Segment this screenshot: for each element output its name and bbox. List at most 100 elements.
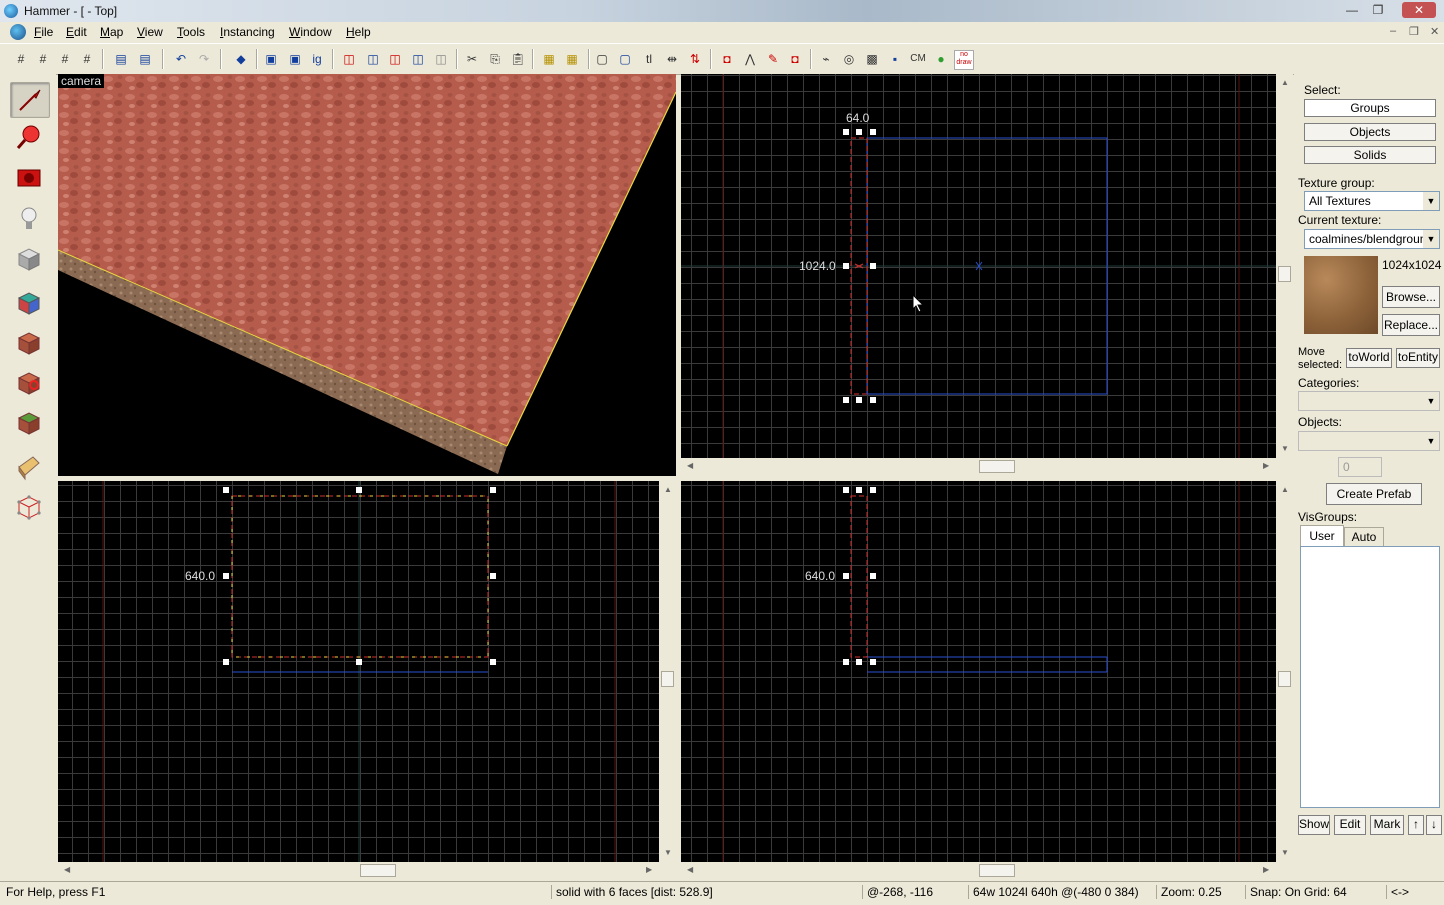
show-all-icon[interactable]: ◫ bbox=[432, 50, 450, 68]
menu-map[interactable]: Map bbox=[100, 25, 123, 39]
select-icon[interactable]: ▢ bbox=[593, 50, 611, 68]
resize-handle[interactable] bbox=[490, 659, 496, 665]
scroll-thumb[interactable] bbox=[1278, 671, 1291, 687]
resize-handle[interactable] bbox=[856, 129, 862, 135]
move-up-icon[interactable]: ↑ bbox=[1408, 815, 1424, 835]
resize-handle[interactable] bbox=[870, 263, 876, 269]
document-icon[interactable] bbox=[10, 24, 26, 40]
front-viewport[interactable]: 640.0 bbox=[58, 481, 659, 862]
objects-select[interactable]: ▼ bbox=[1298, 431, 1440, 451]
scroll-left-icon[interactable]: ◀ bbox=[687, 865, 693, 874]
sphere-icon[interactable]: ◎ bbox=[840, 50, 858, 68]
run-map-icon[interactable]: ◆ bbox=[232, 50, 250, 68]
resize-handle[interactable] bbox=[223, 573, 229, 579]
select-by-handle-icon[interactable]: ▢ bbox=[616, 50, 634, 68]
move-down-icon[interactable]: ↓ bbox=[1426, 815, 1442, 835]
objects-button[interactable]: Objects bbox=[1304, 123, 1436, 141]
scroll-right-icon[interactable]: ▶ bbox=[1263, 865, 1269, 874]
visgroups-list[interactable] bbox=[1300, 546, 1440, 808]
browse-button[interactable]: Browse... bbox=[1382, 286, 1440, 308]
group-icon[interactable]: ▤ bbox=[136, 50, 154, 68]
resize-handle[interactable] bbox=[843, 487, 849, 493]
draw-overlay-icon[interactable]: ◘ bbox=[786, 50, 804, 68]
create-prefab-button[interactable]: Create Prefab bbox=[1326, 483, 1422, 505]
groups-button[interactable]: Groups bbox=[1304, 99, 1436, 117]
scroll-up-icon[interactable]: ▲ bbox=[664, 485, 672, 494]
front-viewport-horizontal-scrollbar[interactable]: ◀ ▶ bbox=[58, 862, 659, 879]
resize-handle[interactable] bbox=[490, 573, 496, 579]
selection-tool[interactable] bbox=[10, 82, 50, 118]
resize-handle[interactable] bbox=[856, 659, 862, 665]
redo-icon[interactable]: ↷ bbox=[195, 50, 213, 68]
undo-icon[interactable]: ↶ bbox=[172, 50, 190, 68]
menu-tools[interactable]: Tools bbox=[177, 25, 205, 39]
replace-button[interactable]: Replace... bbox=[1382, 314, 1440, 336]
scroll-right-icon[interactable]: ▶ bbox=[1263, 461, 1269, 470]
menu-view[interactable]: View bbox=[137, 25, 163, 39]
flip-vertical-icon[interactable]: ⇅ bbox=[686, 50, 704, 68]
resize-handle[interactable] bbox=[843, 573, 849, 579]
entity-tool[interactable] bbox=[10, 202, 48, 236]
menu-file[interactable]: File bbox=[34, 25, 53, 39]
texture-lock-icon[interactable]: ◫ bbox=[364, 50, 382, 68]
visgroup-tab-auto[interactable]: Auto bbox=[1344, 527, 1384, 546]
transform-icon[interactable]: ⌁ bbox=[817, 50, 835, 68]
resize-handle[interactable] bbox=[356, 659, 362, 665]
toggle-helpers-icon[interactable]: ▦ bbox=[540, 50, 558, 68]
ignore-groups-icon[interactable]: ig bbox=[308, 50, 326, 68]
side-viewport[interactable]: 640.0 bbox=[681, 481, 1276, 862]
to-entity-button[interactable]: toEntity bbox=[1396, 348, 1440, 368]
texture-preview[interactable] bbox=[1304, 256, 1378, 334]
to-world-button[interactable]: toWorld bbox=[1346, 348, 1392, 368]
top-viewport-vertical-scrollbar[interactable]: ▲ ▼ bbox=[1276, 74, 1293, 458]
menu-window[interactable]: Window bbox=[289, 25, 332, 39]
toggle-models-icon[interactable]: ▦ bbox=[563, 50, 581, 68]
resize-handle[interactable] bbox=[870, 659, 876, 665]
grid-toggle-icon[interactable]: # bbox=[12, 50, 30, 68]
top-viewport-horizontal-scrollbar[interactable]: ◀ ▶ bbox=[681, 458, 1276, 475]
auto-select-icon[interactable]: ✎ bbox=[764, 50, 782, 68]
categories-select[interactable]: ▼ bbox=[1298, 391, 1440, 411]
mdi-minimize-button[interactable]: – bbox=[1390, 25, 1396, 37]
hide-selected-icon[interactable]: ▣ bbox=[262, 50, 280, 68]
resize-handle[interactable] bbox=[856, 487, 862, 493]
scroll-up-icon[interactable]: ▲ bbox=[1281, 78, 1289, 87]
side-viewport-horizontal-scrollbar[interactable]: ◀ ▶ bbox=[681, 862, 1276, 879]
visgroup-tab-user[interactable]: User bbox=[1300, 525, 1344, 546]
scroll-down-icon[interactable]: ▼ bbox=[1281, 444, 1289, 453]
texture-application-tool[interactable] bbox=[10, 286, 48, 320]
resize-handle[interactable] bbox=[843, 129, 849, 135]
resize-handle[interactable] bbox=[843, 659, 849, 665]
apply-texture-tool[interactable] bbox=[10, 326, 48, 360]
menu-instancing[interactable]: Instancing bbox=[220, 25, 275, 39]
quick-hide-icon[interactable]: ◫ bbox=[409, 50, 427, 68]
visgroup-mark-button[interactable]: Mark bbox=[1370, 815, 1404, 835]
restore-button[interactable]: ❐ bbox=[1368, 2, 1388, 18]
scroll-up-icon[interactable]: ▲ bbox=[1281, 485, 1289, 494]
objects-count-spinner[interactable]: 0 bbox=[1338, 457, 1382, 477]
resize-handle[interactable] bbox=[223, 659, 229, 665]
scroll-thumb[interactable] bbox=[661, 671, 674, 687]
visgroup-show-button[interactable]: Show bbox=[1298, 815, 1330, 835]
clipping-tool[interactable] bbox=[10, 450, 48, 484]
nodraw-button[interactable]: no draw bbox=[954, 50, 974, 70]
close-button[interactable]: ✕ bbox=[1402, 2, 1436, 18]
texture-group-select[interactable]: All Textures ▼ bbox=[1304, 191, 1440, 211]
cordon-icon[interactable]: ◫ bbox=[340, 50, 358, 68]
camera-viewport[interactable]: camera bbox=[58, 74, 676, 476]
block-tool[interactable] bbox=[10, 242, 48, 276]
copy-icon[interactable]: ⎘ bbox=[486, 50, 504, 68]
resize-handle[interactable] bbox=[870, 487, 876, 493]
scroll-thumb[interactable] bbox=[979, 460, 1015, 473]
carve-icon[interactable]: ▤ bbox=[112, 50, 130, 68]
cm-button[interactable]: CM bbox=[907, 50, 929, 68]
visgroup-edit-button[interactable]: Edit bbox=[1334, 815, 1366, 835]
scroll-thumb[interactable] bbox=[360, 864, 396, 877]
cut-icon[interactable]: ✂ bbox=[463, 50, 481, 68]
top-viewport[interactable]: 64.0 1024.0 bbox=[681, 74, 1276, 458]
minimize-button[interactable]: — bbox=[1342, 2, 1362, 18]
3d-grid-icon[interactable]: # bbox=[34, 50, 52, 68]
front-viewport-vertical-scrollbar[interactable]: ▲ ▼ bbox=[659, 481, 676, 862]
hide-unselected-icon[interactable]: ▣ bbox=[286, 50, 304, 68]
side-viewport-vertical-scrollbar[interactable]: ▲ ▼ bbox=[1276, 481, 1293, 862]
